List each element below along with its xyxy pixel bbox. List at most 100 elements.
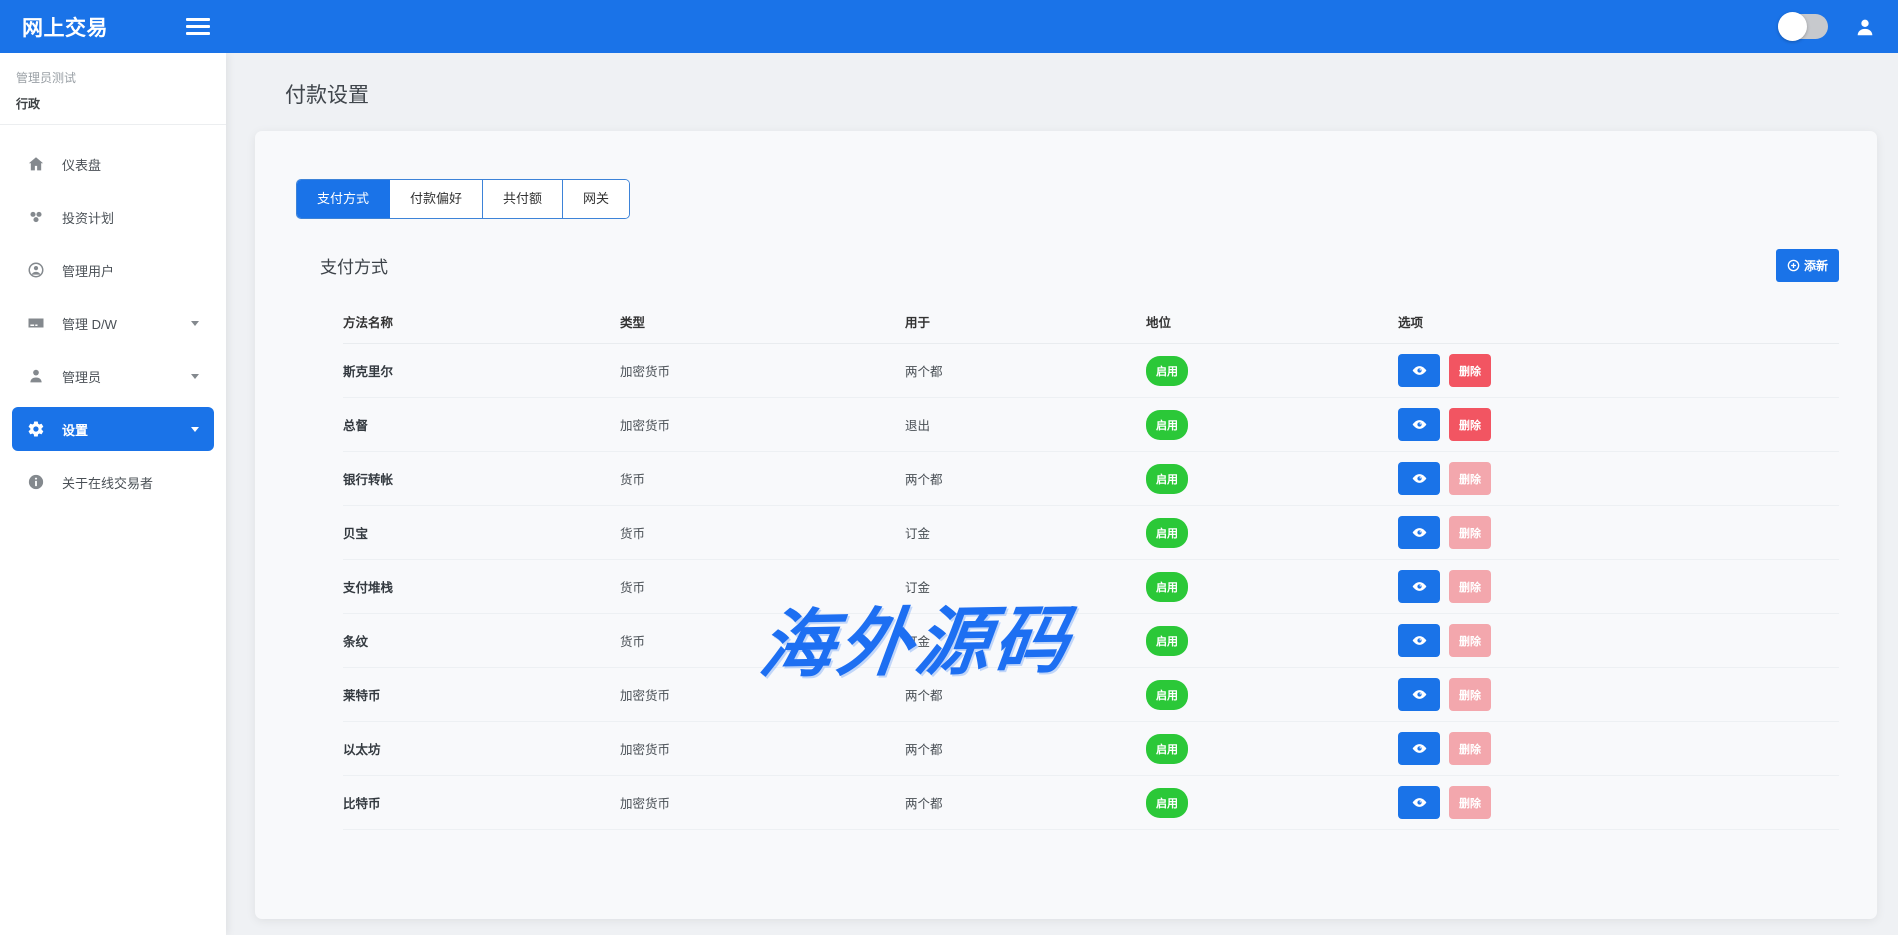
cell-type: 货币 <box>620 631 905 650</box>
app-title: 网上交易 <box>22 12 108 42</box>
delete-button[interactable]: 删除 <box>1449 678 1491 711</box>
page-title: 付款设置 <box>285 79 1898 109</box>
profile-icon[interactable] <box>1854 16 1876 38</box>
section-title: 支付方式 <box>320 253 388 278</box>
home-icon <box>27 155 45 173</box>
view-button[interactable] <box>1398 624 1440 657</box>
cell-type: 货币 <box>620 523 905 542</box>
sidebar-nav: 仪表盘 投资计划 管理用户 管理 D/W 管理员 设置 关于在线交易者 <box>0 125 226 513</box>
sidebar-item-label: 管理 D/W <box>62 314 117 333</box>
add-new-button[interactable]: 添新 <box>1776 249 1839 282</box>
column-header: 类型 <box>620 312 905 331</box>
view-button[interactable] <box>1398 732 1440 765</box>
cell-type: 加密货币 <box>620 361 905 380</box>
eye-icon <box>1412 687 1427 702</box>
sidebar-item-label: 管理用户 <box>62 261 114 280</box>
delete-button[interactable]: 删除 <box>1449 732 1491 765</box>
view-button[interactable] <box>1398 408 1440 441</box>
card-icon <box>27 314 45 332</box>
sidebar-item-manage-dw[interactable]: 管理 D/W <box>12 301 214 345</box>
cell-used-for: 两个都 <box>905 739 1146 758</box>
cell-used-for: 订金 <box>905 577 1146 596</box>
cell-type: 货币 <box>620 469 905 488</box>
eye-icon <box>1412 579 1427 594</box>
view-button[interactable] <box>1398 570 1440 603</box>
cell-type: 加密货币 <box>620 739 905 758</box>
sidebar-item-label: 管理员 <box>62 367 101 386</box>
toggle-knob <box>1778 12 1807 41</box>
eye-icon <box>1412 471 1427 486</box>
table-row: 以太坊 加密货币 两个都 启用 删除 <box>343 722 1839 776</box>
info-icon <box>27 473 45 491</box>
plans-icon <box>27 208 45 226</box>
chevron-down-icon <box>191 374 199 379</box>
tab-gateways[interactable]: 网关 <box>563 180 629 218</box>
cell-method-name: 以太坊 <box>343 739 620 758</box>
sidebar-item-label: 关于在线交易者 <box>62 473 153 492</box>
sidebar-item-label: 投资计划 <box>62 208 114 227</box>
cell-used-for: 两个都 <box>905 361 1146 380</box>
cell-method-name: 斯克里尔 <box>343 361 620 380</box>
cell-method-name: 莱特币 <box>343 685 620 704</box>
sidebar-item-about[interactable]: 关于在线交易者 <box>12 460 214 504</box>
delete-button[interactable]: 删除 <box>1449 354 1491 387</box>
sidebar-item-manage-users[interactable]: 管理用户 <box>12 248 214 292</box>
view-button[interactable] <box>1398 462 1440 495</box>
column-header: 地位 <box>1146 312 1398 331</box>
delete-button[interactable]: 删除 <box>1449 516 1491 549</box>
sidebar-item-dashboard[interactable]: 仪表盘 <box>12 142 214 186</box>
delete-button[interactable]: 删除 <box>1449 786 1491 819</box>
menu-icon[interactable] <box>186 18 210 35</box>
table-row: 总督 加密货币 退出 启用 删除 <box>343 398 1839 452</box>
cell-used-for: 退出 <box>905 415 1146 434</box>
table-row: 莱特币 加密货币 两个都 启用 删除 <box>343 668 1839 722</box>
sidebar-user-block: 管理员测试 行政 <box>0 53 226 125</box>
sidebar-item-label: 仪表盘 <box>62 155 101 174</box>
table-row: 支付堆栈 货币 订金 启用 删除 <box>343 560 1839 614</box>
tab-payment-methods[interactable]: 支付方式 <box>297 180 390 218</box>
sidebar-item-settings[interactable]: 设置 <box>12 407 214 451</box>
cell-used-for: 两个都 <box>905 469 1146 488</box>
user-name: 管理员测试 <box>16 69 210 86</box>
table-row: 比特币 加密货币 两个都 启用 删除 <box>343 776 1839 830</box>
cell-used-for: 订金 <box>905 631 1146 650</box>
eye-icon <box>1412 525 1427 540</box>
status-badge: 启用 <box>1146 788 1188 818</box>
delete-button[interactable]: 删除 <box>1449 624 1491 657</box>
status-badge: 启用 <box>1146 734 1188 764</box>
chevron-down-icon <box>191 427 199 432</box>
cell-type: 加密货币 <box>620 415 905 434</box>
sidebar-item-admins[interactable]: 管理员 <box>12 354 214 398</box>
cell-used-for: 两个都 <box>905 793 1146 812</box>
status-badge: 启用 <box>1146 518 1188 548</box>
status-badge: 启用 <box>1146 680 1188 710</box>
delete-button[interactable]: 删除 <box>1449 570 1491 603</box>
view-button[interactable] <box>1398 678 1440 711</box>
column-header: 用于 <box>905 312 1146 331</box>
user-role: 行政 <box>16 95 210 112</box>
table-row: 贝宝 货币 订金 启用 删除 <box>343 506 1839 560</box>
delete-button[interactable]: 删除 <box>1449 408 1491 441</box>
view-button[interactable] <box>1398 354 1440 387</box>
cell-used-for: 订金 <box>905 523 1146 542</box>
cell-method-name: 总督 <box>343 415 620 434</box>
gear-icon <box>27 420 45 438</box>
tab-copayments[interactable]: 共付额 <box>483 180 563 218</box>
cell-method-name: 比特币 <box>343 793 620 812</box>
sidebar-item-investment-plans[interactable]: 投资计划 <box>12 195 214 239</box>
tab-payment-preferences[interactable]: 付款偏好 <box>390 180 483 218</box>
status-badge: 启用 <box>1146 572 1188 602</box>
sidebar-item-label: 设置 <box>62 420 88 439</box>
theme-toggle[interactable] <box>1778 14 1828 39</box>
view-button[interactable] <box>1398 516 1440 549</box>
status-badge: 启用 <box>1146 356 1188 386</box>
top-header: 网上交易 <box>0 0 1898 53</box>
cell-method-name: 贝宝 <box>343 523 620 542</box>
payment-methods-table: 方法名称类型用于地位选项 斯克里尔 加密货币 两个都 启用 删除 总督 加密货币… <box>343 300 1839 830</box>
cell-method-name: 支付堆栈 <box>343 577 620 596</box>
person-icon <box>27 367 45 385</box>
view-button[interactable] <box>1398 786 1440 819</box>
status-badge: 启用 <box>1146 464 1188 494</box>
chevron-down-icon <box>191 321 199 326</box>
delete-button[interactable]: 删除 <box>1449 462 1491 495</box>
